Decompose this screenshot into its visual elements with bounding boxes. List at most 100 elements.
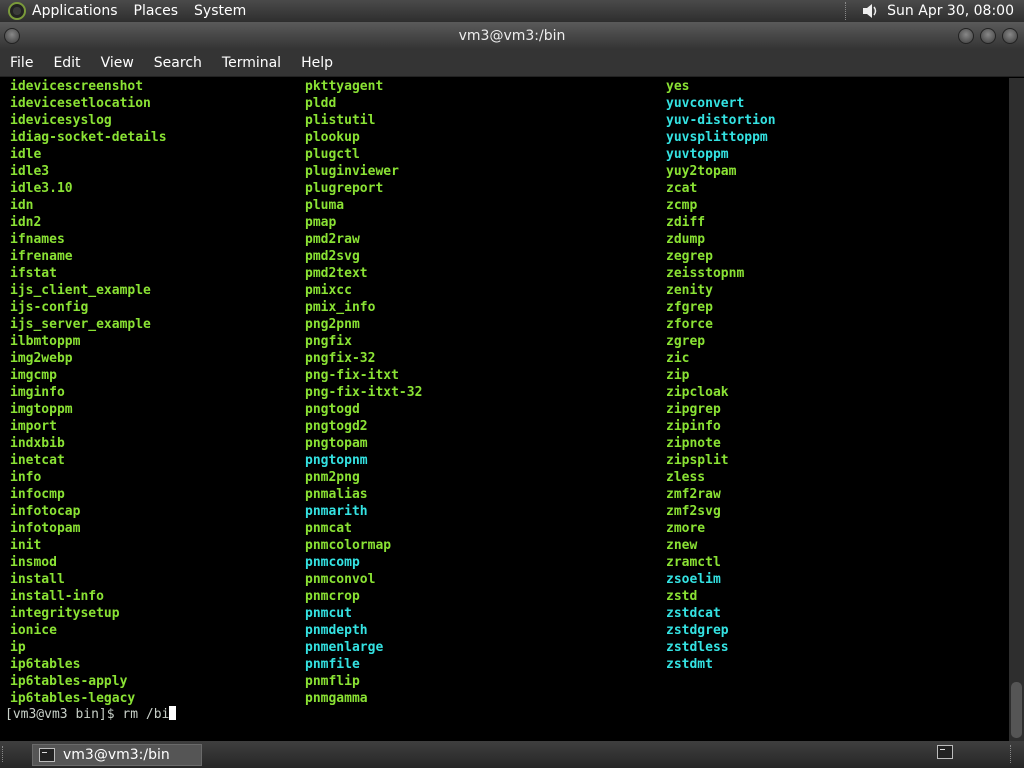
window-titlebar[interactable]: vm3@vm3:/bin	[0, 22, 1024, 50]
volume-icon[interactable]	[861, 2, 879, 20]
listing-entry: ijs_client_example	[10, 283, 151, 298]
maximize-button[interactable]	[980, 28, 996, 44]
terminal-icon[interactable]	[937, 745, 953, 759]
listing-entry: znew	[666, 538, 698, 553]
scrollbar-thumb[interactable]	[1011, 682, 1022, 738]
listing-entry: pngfix	[305, 334, 352, 349]
listing-entry: pngtogd	[305, 402, 360, 417]
listing-entry: zgrep	[666, 334, 706, 349]
listing-entry: integritysetup	[10, 606, 120, 621]
listing-entry: ip6tables-legacy	[10, 691, 136, 706]
listing-entry: idn	[10, 198, 34, 213]
show-desktop-button[interactable]	[2, 746, 20, 762]
terminal-output[interactable]: idevicescreenshot idevicesetlocation idevi…	[3, 78, 1009, 741]
listing-entry: zstdmt	[666, 657, 713, 672]
listing-entry: zstdgrep	[666, 623, 729, 638]
listing-entry: imginfo	[10, 385, 65, 400]
listing-column-2: pkttyagent pldd plistutil plookup plugctl plu…	[305, 78, 422, 707]
listing-entry: pldd	[305, 96, 337, 111]
listing-entry: pnmcrop	[305, 589, 360, 604]
listing-entry: zcat	[666, 181, 698, 196]
listing-entry: idevicescreenshot	[10, 79, 144, 94]
listing-entry: infotocap	[10, 504, 81, 519]
prompt-text: [vm3@vm3 bin]$ rm /bi	[5, 707, 170, 722]
listing-entry: pmap	[305, 215, 337, 230]
listing-entry: ifrename	[10, 249, 73, 264]
listing-entry: pluma	[305, 198, 345, 213]
listing-entry: pnm2png	[305, 470, 360, 485]
menu-file[interactable]: File	[0, 55, 43, 71]
listing-entry: idevicesetlocation	[10, 96, 151, 111]
listing-entry: ijs-config	[10, 300, 89, 315]
listing-entry: zforce	[666, 317, 713, 332]
terminal-scrollbar[interactable]	[1009, 78, 1024, 741]
minimize-button[interactable]	[958, 28, 974, 44]
close-button[interactable]	[1002, 28, 1018, 44]
listing-entry: zstd	[666, 589, 698, 604]
listing-entry: yes	[666, 79, 690, 94]
listing-entry: indxbib	[10, 436, 65, 451]
listing-entry: pnmfile	[305, 657, 360, 672]
window-title: vm3@vm3:/bin	[458, 28, 566, 44]
listing-entry: pnmalias	[305, 487, 368, 502]
listing-entry: plistutil	[305, 113, 376, 128]
listing-entry: png2pnm	[305, 317, 360, 332]
taskbar-window-button[interactable]: vm3@vm3:/bin	[32, 744, 202, 766]
listing-entry: pnmcolormap	[305, 538, 392, 553]
listing-entry: plugreport	[305, 181, 384, 196]
menu-search[interactable]: Search	[144, 55, 212, 71]
top-panel: Applications Places System Sun Apr 30, 0…	[0, 0, 1024, 22]
listing-entry: zipinfo	[666, 419, 721, 434]
listing-entry: idle3.10	[10, 181, 73, 196]
listing-entry: infocmp	[10, 487, 65, 502]
listing-entry: pnmconvol	[305, 572, 376, 587]
menubar: File Edit View Search Terminal Help	[0, 50, 1024, 77]
listing-entry: ip	[10, 640, 26, 655]
listing-entry: pnmenlarge	[305, 640, 384, 655]
listing-entry: install-info	[10, 589, 104, 604]
listing-entry: init	[10, 538, 42, 553]
menu-system[interactable]: System	[194, 3, 246, 19]
clock[interactable]: Sun Apr 30, 08:00	[887, 3, 1014, 19]
listing-entry: zsoelim	[666, 572, 721, 587]
taskbar-window-label: vm3@vm3:/bin	[63, 747, 170, 763]
listing-entry: pmd2text	[305, 266, 368, 281]
listing-entry: inetcat	[10, 453, 65, 468]
menu-terminal[interactable]: Terminal	[212, 55, 291, 71]
listing-entry: yuvsplittoppm	[666, 130, 768, 145]
listing-entry: pnmgamma	[305, 691, 368, 706]
listing-entry: zstdcat	[666, 606, 721, 621]
listing-entry: zipgrep	[666, 402, 721, 417]
listing-entry: pngtopam	[305, 436, 368, 451]
listing-entry: pnmarith	[305, 504, 368, 519]
text-cursor	[169, 706, 177, 720]
listing-entry: zipnote	[666, 436, 721, 451]
listing-entry: yuvconvert	[666, 96, 745, 111]
command-prompt[interactable]: [vm3@vm3 bin]$ rm /bi	[5, 706, 177, 723]
menu-help[interactable]: Help	[291, 55, 343, 71]
listing-entry: zramctl	[666, 555, 721, 570]
listing-entry: zmf2svg	[666, 504, 721, 519]
listing-entry: pnmdepth	[305, 623, 368, 638]
listing-entry: pmixcc	[305, 283, 352, 298]
listing-entry: zmore	[666, 521, 706, 536]
menu-edit[interactable]: Edit	[43, 55, 90, 71]
listing-entry: png-fix-itxt	[305, 368, 399, 383]
listing-entry: ilbmtoppm	[10, 334, 81, 349]
menu-view[interactable]: View	[91, 55, 144, 71]
listing-entry: idn2	[10, 215, 42, 230]
menu-places[interactable]: Places	[134, 3, 179, 19]
listing-entry: pkttyagent	[305, 79, 384, 94]
listing-column-1: idevicescreenshot idevicesetlocation idevi…	[10, 78, 167, 707]
listing-entry: img2webp	[10, 351, 73, 366]
listing-entry: zipsplit	[666, 453, 729, 468]
listing-entry: plookup	[305, 130, 360, 145]
bottom-panel: vm3@vm3:/bin	[0, 741, 1024, 768]
listing-entry: pngtopnm	[305, 453, 368, 468]
listing-entry: idle3	[10, 164, 50, 179]
listing-entry: idevicesyslog	[10, 113, 112, 128]
listing-entry: ip6tables	[10, 657, 81, 672]
distro-logo-icon[interactable]	[8, 2, 26, 20]
listing-entry: zip	[666, 368, 690, 383]
menu-applications[interactable]: Applications	[32, 3, 118, 19]
